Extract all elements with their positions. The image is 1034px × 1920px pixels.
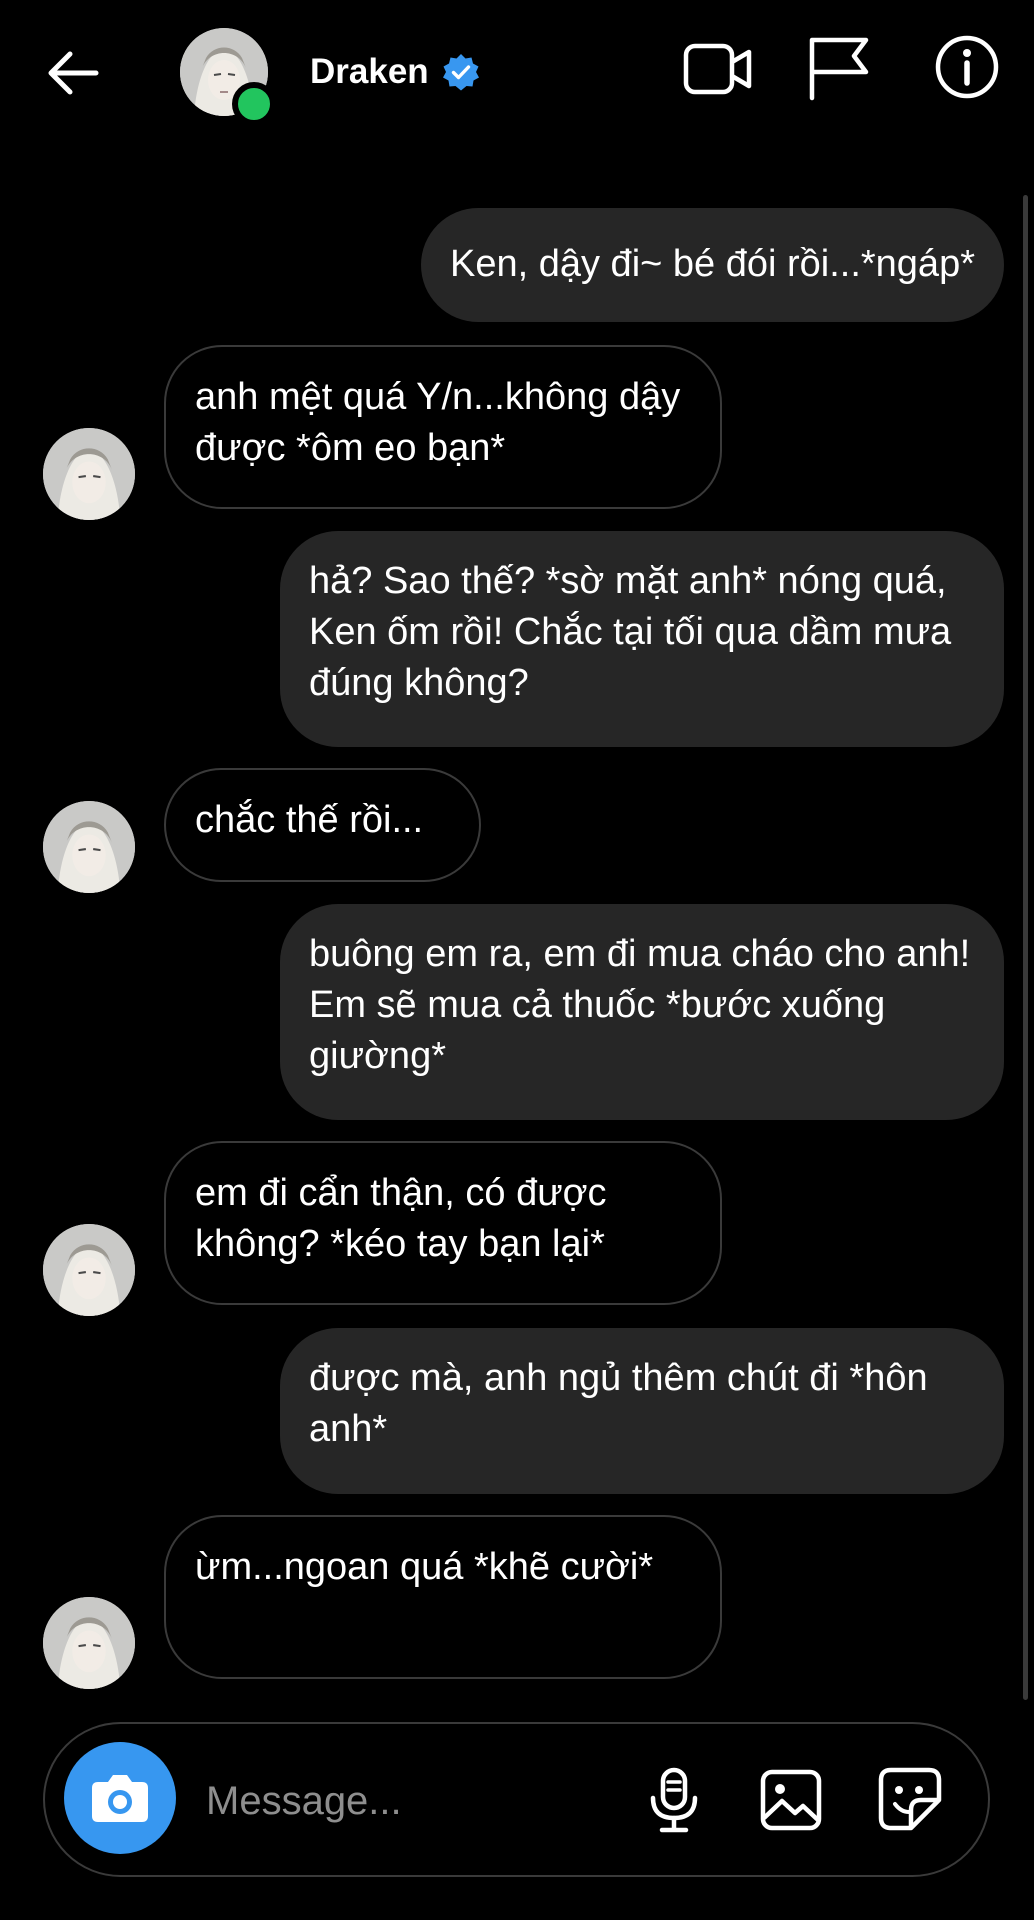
arrow-left-icon[interactable] (44, 48, 100, 98)
message-bubble-received[interactable]: chắc thế rồi... (164, 768, 481, 882)
microphone-icon[interactable] (645, 1766, 703, 1834)
message-bubble-sent[interactable]: hả? Sao thế? *sờ mặt anh* nóng quá, Ken … (280, 531, 1004, 747)
camera-icon (92, 1775, 148, 1822)
sender-avatar[interactable] (43, 801, 135, 893)
message-bubble-received[interactable]: anh mệt quá Y/n...không dậy được *ôm eo … (164, 345, 722, 509)
online-status-dot (232, 82, 276, 126)
message-input[interactable]: Message... (206, 1778, 402, 1824)
message-bubble-received[interactable]: ừm...ngoan quá *khẽ cười* (164, 1515, 722, 1679)
sender-avatar[interactable] (43, 1597, 135, 1689)
image-gallery-icon[interactable] (759, 1768, 823, 1832)
message-bubble-sent[interactable]: được mà, anh ngủ thêm chút đi *hôn anh* (280, 1328, 1004, 1494)
video-call-icon[interactable] (682, 40, 754, 98)
sender-avatar[interactable] (43, 428, 135, 520)
verified-badge-icon (443, 54, 479, 91)
sender-avatar[interactable] (43, 1224, 135, 1316)
message-bubble-received[interactable]: em đi cẩn thận, có được không? *kéo tay … (164, 1141, 722, 1305)
message-bubble-sent[interactable]: buông em ra, em đi mua cháo cho anh! Em … (280, 904, 1004, 1120)
camera-button[interactable] (64, 1742, 176, 1854)
contact-name[interactable]: Draken (310, 52, 429, 92)
message-bubble-sent[interactable]: Ken, dậy đi~ bé đói rồi...*ngáp* (421, 208, 1004, 322)
flag-icon[interactable] (806, 34, 874, 102)
chat-header: Draken (0, 0, 1034, 150)
message-composer (43, 1722, 990, 1877)
scrollbar[interactable] (1023, 195, 1028, 1700)
info-icon[interactable] (934, 34, 1000, 100)
sticker-icon[interactable] (877, 1766, 943, 1832)
